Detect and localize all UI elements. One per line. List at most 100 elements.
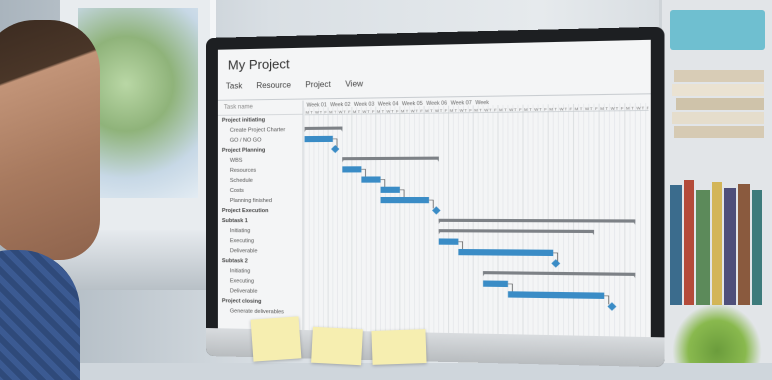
book <box>672 112 764 124</box>
day-label: W <box>559 106 563 111</box>
task-row[interactable]: Subtask 1 <box>218 216 303 226</box>
day-label: F <box>544 106 547 111</box>
book <box>674 126 764 138</box>
task-row[interactable]: Planning finished <box>218 196 303 206</box>
day-label: F <box>396 108 399 113</box>
menu-task[interactable]: Task <box>226 81 242 97</box>
sticky-note <box>250 316 302 362</box>
day-label: T <box>391 108 394 113</box>
day-label: T <box>455 108 458 113</box>
day-label: T <box>343 109 346 114</box>
book <box>724 188 736 305</box>
day-label: M <box>353 109 356 114</box>
day-label: W <box>386 109 390 114</box>
day-label: W <box>315 109 319 114</box>
day-label: M <box>600 106 604 111</box>
book <box>712 182 722 305</box>
sticky-note <box>311 326 363 366</box>
day-label: T <box>489 107 492 112</box>
task-bar <box>380 186 400 193</box>
day-label: M <box>377 109 380 114</box>
dependency-arrow <box>361 169 365 177</box>
day-label: W <box>459 108 463 113</box>
task-row[interactable]: Schedule <box>218 176 303 186</box>
day-label: M <box>401 108 405 113</box>
day-label: W <box>411 108 415 113</box>
app-title: My Project <box>227 56 290 73</box>
task-row[interactable]: Initiating <box>218 226 303 237</box>
gantt-svg: Week 01 Week 02 Week 03 Week 04 Week 05 Week … <box>304 100 649 337</box>
task-row[interactable]: Executing <box>218 236 303 247</box>
task-bar <box>361 176 381 183</box>
task-bar <box>438 238 459 245</box>
summary-bar <box>438 229 594 234</box>
book <box>676 98 764 110</box>
day-label: W <box>534 107 538 112</box>
day-label: M <box>524 107 528 112</box>
day-label: F <box>494 107 497 112</box>
day-label: T <box>415 108 418 113</box>
day-label: T <box>514 107 517 112</box>
day-label: W <box>362 109 366 114</box>
person-head <box>0 20 100 260</box>
day-label: F <box>647 105 649 110</box>
day-label: M <box>575 106 579 111</box>
task-row[interactable]: Project Planning <box>218 145 303 156</box>
book <box>696 190 710 305</box>
menu-view[interactable]: View <box>345 79 363 96</box>
day-label: T <box>580 106 583 111</box>
day-label: M <box>329 109 332 114</box>
menu-resource[interactable]: Resource <box>256 80 291 97</box>
day-label: T <box>320 109 323 114</box>
gantt-chart: Week 01 Week 02 Week 03 Week 04 Week 05 Week … <box>304 95 651 337</box>
week-label: Week 02 <box>330 102 350 108</box>
day-label: F <box>445 108 448 113</box>
day-label: F <box>420 108 423 113</box>
day-label: T <box>310 110 313 115</box>
day-label: T <box>529 107 532 112</box>
milestone-diamond <box>551 259 561 268</box>
day-label: T <box>440 108 443 113</box>
day-label: F <box>570 106 573 111</box>
book <box>752 190 762 305</box>
dependency-arrow <box>604 296 608 305</box>
task-bar <box>483 280 508 288</box>
task-row[interactable]: Costs <box>218 186 303 196</box>
plant <box>672 303 762 363</box>
book <box>738 184 750 305</box>
sticky-note <box>371 329 427 365</box>
dependency-arrow <box>458 242 462 250</box>
day-label: W <box>509 107 513 112</box>
dependency-arrow <box>429 200 433 208</box>
milestone-diamond <box>331 144 340 154</box>
day-label: M <box>474 107 478 112</box>
day-label: T <box>590 106 593 111</box>
day-label: F <box>621 105 624 110</box>
week-label: Week <box>475 100 489 106</box>
day-label: T <box>358 109 361 114</box>
task-bar <box>507 291 605 299</box>
menu-project[interactable]: Project <box>305 80 331 97</box>
day-label: T <box>382 109 385 114</box>
day-label: T <box>504 107 507 112</box>
day-label: T <box>631 105 634 110</box>
day-label: T <box>554 106 557 111</box>
week-label: Week 04 <box>378 101 399 107</box>
dependency-arrow <box>381 180 385 188</box>
day-label: T <box>479 107 482 112</box>
week-label: Week 06 <box>426 100 447 107</box>
task-row[interactable]: Project Execution <box>218 206 303 216</box>
task-row[interactable]: GO / NO GO <box>218 135 303 146</box>
task-row[interactable]: WBS <box>218 155 303 166</box>
day-label: M <box>425 108 429 113</box>
task-bar <box>342 166 362 173</box>
day-label: W <box>585 106 589 111</box>
day-label: W <box>610 105 615 110</box>
week-label: Week 01 <box>307 102 327 108</box>
task-bar <box>458 248 554 257</box>
day-label: T <box>605 106 608 111</box>
task-row[interactable]: Resources <box>218 166 303 176</box>
day-label: T <box>464 107 467 112</box>
day-label: T <box>539 106 542 111</box>
week-label: Week 03 <box>354 102 375 108</box>
